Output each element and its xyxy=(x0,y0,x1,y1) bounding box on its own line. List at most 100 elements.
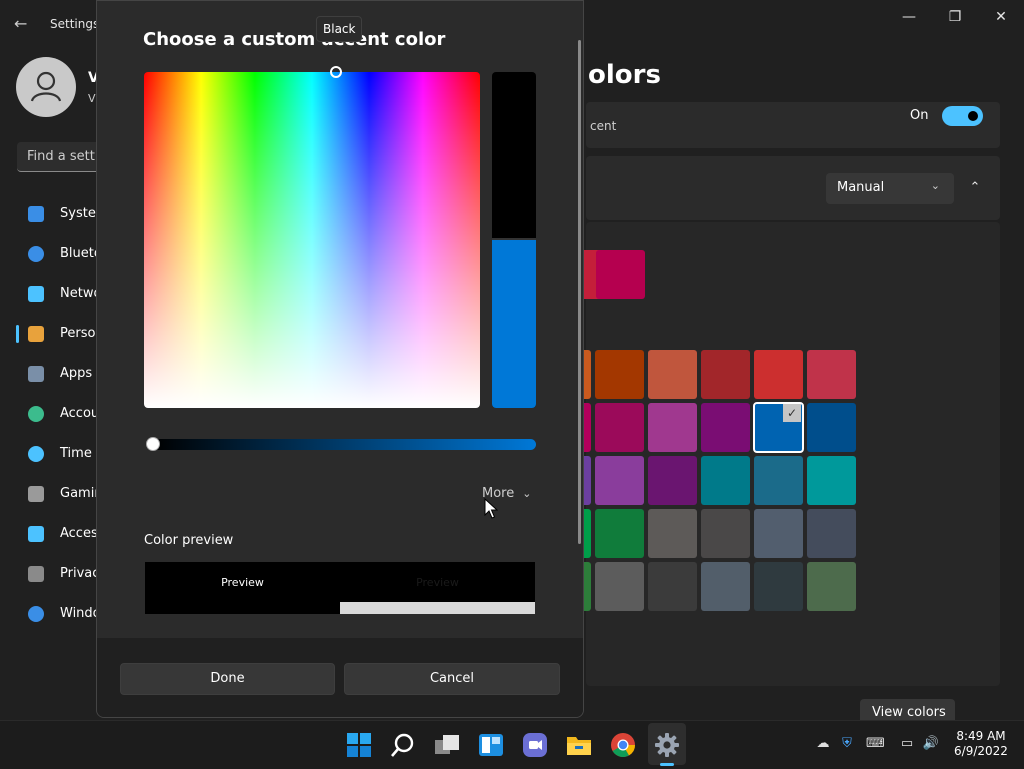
start-icon[interactable] xyxy=(346,732,372,758)
user-icon xyxy=(30,71,62,102)
slider-thumb[interactable] xyxy=(146,437,160,451)
recent-color-swatch[interactable] xyxy=(596,250,645,299)
close-icon[interactable]: ✕ xyxy=(978,6,1024,28)
accent-color-swatch[interactable] xyxy=(648,562,697,611)
accounts-icon xyxy=(28,406,44,422)
accent-color-swatch[interactable] xyxy=(595,403,644,452)
widgets-icon[interactable] xyxy=(478,732,504,758)
accent-color-swatch[interactable] xyxy=(701,509,750,558)
minimize-icon[interactable]: — xyxy=(886,6,932,28)
taskbar-clock[interactable]: 8:49 AM 6/9/2022 xyxy=(954,729,1008,759)
back-arrow-icon[interactable]: ← xyxy=(14,14,34,34)
sidebar-item[interactable]: Accou xyxy=(16,397,106,431)
onedrive-icon[interactable]: ☁ xyxy=(814,736,832,752)
accessibility-icon xyxy=(28,526,44,542)
file-explorer-icon[interactable] xyxy=(566,732,592,758)
value-bar-fill xyxy=(492,238,536,408)
done-button[interactable]: Done xyxy=(120,663,335,695)
accent-color-swatch[interactable] xyxy=(754,562,803,611)
cancel-button[interactable]: Cancel xyxy=(344,663,560,695)
security-warning-icon[interactable]: ⛨ xyxy=(838,736,856,752)
accent-color-swatch[interactable] xyxy=(648,350,697,399)
brightness-slider[interactable] xyxy=(152,439,536,450)
sidebar-item[interactable]: Time xyxy=(16,437,106,471)
restore-icon[interactable]: ❐ xyxy=(932,6,978,28)
sidebar-item[interactable]: Acces xyxy=(16,517,106,551)
accent-color-swatch[interactable] xyxy=(754,350,803,399)
accent-colors-card xyxy=(586,222,1000,686)
sidebar-item-label: Perso xyxy=(60,326,96,341)
accent-color-swatch[interactable] xyxy=(595,562,644,611)
accent-color-swatch[interactable] xyxy=(807,403,856,452)
sidebar-item-label: Time xyxy=(60,446,92,461)
accent-color-swatch[interactable] xyxy=(595,456,644,505)
clock-time: 8:49 AM xyxy=(956,729,1006,743)
accent-setting-label: cent xyxy=(590,119,617,133)
accent-color-swatch[interactable] xyxy=(701,403,750,452)
settings-gear-icon[interactable] xyxy=(654,732,680,758)
spectrum-handle[interactable] xyxy=(330,66,342,78)
sidebar-item[interactable]: Blueto xyxy=(16,237,106,271)
network-icon[interactable]: ▭ xyxy=(898,736,916,752)
accent-color-swatch[interactable] xyxy=(648,509,697,558)
value-bar[interactable] xyxy=(492,72,536,408)
volume-icon[interactable]: 🔊 xyxy=(922,736,940,752)
task-view-icon[interactable] xyxy=(434,732,460,758)
search-placeholder: Find a setti xyxy=(27,149,99,164)
preview-new-color: Preview xyxy=(145,562,340,614)
accent-color-swatch[interactable] xyxy=(753,402,804,453)
sidebar-item[interactable]: Windo xyxy=(16,597,106,631)
user-email: V xyxy=(88,92,96,105)
accent-color-swatch[interactable] xyxy=(648,403,697,452)
sidebar-item-label: Accou xyxy=(60,406,100,421)
accent-color-swatch[interactable] xyxy=(701,456,750,505)
sidebar-item-label: Privac xyxy=(60,566,100,581)
accent-color-swatch[interactable] xyxy=(807,509,856,558)
accent-color-swatch[interactable] xyxy=(807,456,856,505)
accent-color-swatch[interactable] xyxy=(754,509,803,558)
preview-left-text: Preview xyxy=(221,576,264,589)
chevron-up-icon[interactable]: ⌃ xyxy=(962,176,988,200)
teams-chat-icon[interactable] xyxy=(522,732,548,758)
clock-date: 6/9/2022 xyxy=(954,744,1008,758)
dialog-scrollbar[interactable] xyxy=(578,40,581,544)
accent-color-swatch[interactable] xyxy=(595,350,644,399)
color-preview-label: Color preview xyxy=(144,533,234,548)
sidebar-item[interactable]: Gamin xyxy=(16,477,106,511)
search-icon[interactable] xyxy=(390,732,416,758)
sidebar-item-label: Acces xyxy=(60,526,98,541)
accent-color-swatch[interactable] xyxy=(754,456,803,505)
system-icon xyxy=(28,206,44,222)
accent-color-swatch[interactable] xyxy=(807,350,856,399)
personalization-brush-icon xyxy=(28,326,44,342)
preview-right-text: Preview xyxy=(416,576,459,589)
avatar[interactable] xyxy=(16,57,76,117)
accent-toggle-card xyxy=(586,102,1000,148)
page-title: olors xyxy=(588,60,661,90)
accent-color-swatch[interactable] xyxy=(701,350,750,399)
accent-color-swatch[interactable] xyxy=(807,562,856,611)
sidebar-item-label: Syster xyxy=(60,206,102,221)
keyboard-icon[interactable]: ⌨ xyxy=(866,736,885,752)
done-label: Done xyxy=(210,671,245,686)
accent-toggle[interactable] xyxy=(942,106,983,126)
sidebar-item[interactable]: Syster xyxy=(16,197,106,231)
chrome-icon[interactable] xyxy=(610,732,636,758)
view-colors-label: View colors xyxy=(872,705,946,720)
accent-color-swatch[interactable] xyxy=(701,562,750,611)
accent-color-swatch[interactable] xyxy=(648,456,697,505)
windows-update-icon xyxy=(28,606,44,622)
accent-mode-dropdown[interactable]: Manual ⌄ xyxy=(826,173,954,204)
sidebar-item[interactable]: Privac xyxy=(16,557,106,591)
sidebar-item-label: Windo xyxy=(60,606,101,621)
active-app-indicator xyxy=(660,763,674,766)
sidebar-item[interactable]: Apps xyxy=(16,357,106,391)
sidebar-item[interactable]: Perso xyxy=(16,317,106,351)
network-icon xyxy=(28,286,44,302)
tooltip: Black xyxy=(316,16,363,42)
time-language-icon xyxy=(28,446,44,462)
preview-light-strip xyxy=(340,602,535,614)
color-spectrum[interactable] xyxy=(144,72,480,408)
sidebar-item[interactable]: Netwo xyxy=(16,277,106,311)
accent-color-swatch[interactable] xyxy=(595,509,644,558)
